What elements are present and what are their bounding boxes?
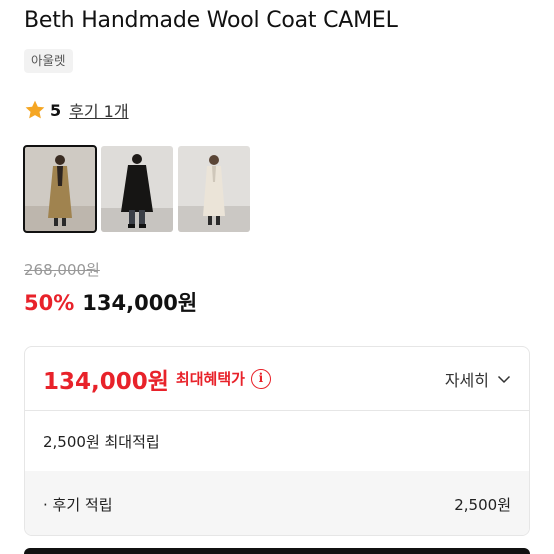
- max-benefit-label: 최대혜택가: [175, 370, 245, 388]
- star-icon: [24, 99, 46, 121]
- rating-row: 5 후기 1개: [24, 97, 129, 123]
- detail-toggle-button[interactable]: 자세히: [445, 367, 511, 391]
- thumbnail-black[interactable]: [101, 146, 173, 232]
- review-points-row: · 후기 적립 2,500원: [25, 471, 529, 535]
- chevron-down-icon: [497, 375, 511, 383]
- bottom-action-bar[interactable]: [24, 548, 530, 554]
- outlet-badge: 아울렛: [24, 49, 73, 73]
- discount-rate: 50%: [24, 291, 75, 315]
- original-price: 268,000원: [24, 261, 100, 279]
- detail-label: 자세히: [444, 370, 489, 390]
- review-points-value: 2,500원: [454, 495, 511, 514]
- points-total: 2,500원 최대적립: [25, 411, 529, 471]
- thumbnail-gallery: [23, 145, 250, 233]
- review-count-link[interactable]: 후기 1개: [69, 98, 128, 122]
- rating-score: 5: [50, 100, 62, 120]
- review-points-label: · 후기 적립: [43, 495, 113, 514]
- thumbnail-camel[interactable]: [23, 145, 97, 233]
- benefit-box: 134,000원 최대혜택가 i 자세히 2,500원 최대적립 · 후기 적립…: [24, 346, 530, 536]
- info-icon[interactable]: i: [250, 368, 271, 389]
- benefit-header: 134,000원 최대혜택가 i 자세히: [25, 347, 529, 411]
- sale-price-row: 50% 134,000원: [24, 287, 197, 317]
- product-title: Beth Handmade Wool Coat CAMEL: [24, 8, 398, 33]
- max-benefit-price: 134,000원: [43, 368, 169, 395]
- thumbnail-ivory[interactable]: [178, 146, 250, 232]
- sale-price: 134,000원: [82, 291, 198, 315]
